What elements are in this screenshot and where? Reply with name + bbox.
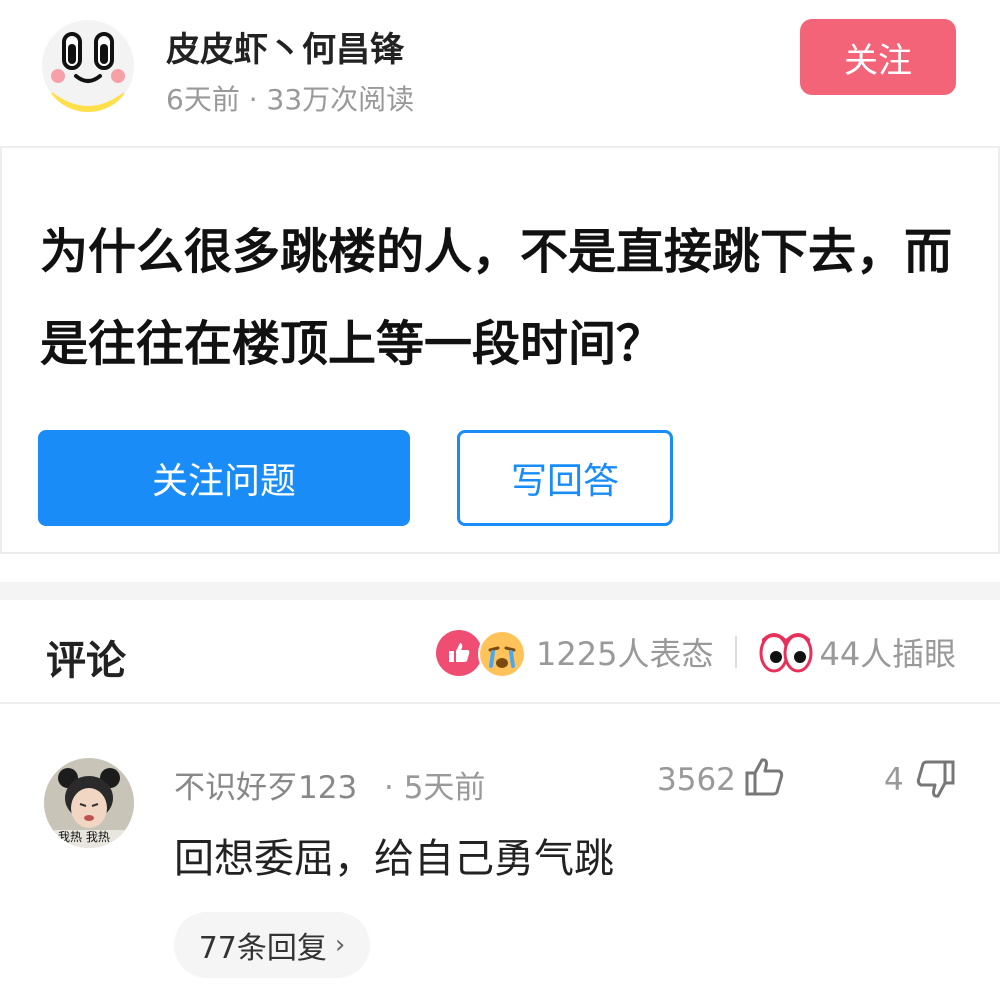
question-card[interactable]: 为什么很多跳楼的人，不是直接跳下去，而是往往在楼顶上等一段时间？ 关注问题 写回…: [0, 146, 1000, 554]
like-count: 3562: [657, 762, 736, 798]
chevron-right-icon: ›: [334, 930, 346, 960]
author-header: 皮皮虾丶何昌锋 6天前 · 33万次阅读 关注: [0, 0, 1000, 138]
section-divider: [0, 582, 1000, 600]
cartoon-face-icon: [42, 20, 134, 112]
comment-text: 回想委屈，给自己勇气跳: [174, 836, 614, 882]
reactions-summary[interactable]: 1225人表态 44人插眼: [436, 624, 956, 680]
follow-question-button[interactable]: 关注问题: [38, 430, 410, 526]
comment-time: · 5天前: [384, 770, 486, 806]
reactions-count: 1225人表态: [536, 635, 714, 673]
crying-face-icon: [478, 630, 526, 678]
post-meta: 6天前 · 33万次阅读: [166, 83, 415, 116]
dislike-count: 4: [884, 762, 904, 798]
question-title[interactable]: 为什么很多跳楼的人，不是直接跳下去，而是往往在楼顶上等一段时间？: [40, 206, 970, 390]
reaction-icons: [436, 624, 532, 680]
comments-header: 评论 1225人表态 44人插眼: [0, 600, 1000, 704]
comments-title: 评论: [46, 638, 126, 684]
thumbs-down-outline-icon[interactable]: [914, 758, 956, 800]
write-answer-button[interactable]: 写回答: [457, 430, 673, 526]
comment-item: 我热 我热 不识好歹123 · 5天前 3562 4 回想委屈，给自己勇气跳 7…: [0, 706, 1000, 1000]
avatar-caption: 我热 我热: [58, 830, 110, 844]
author-name[interactable]: 皮皮虾丶何昌锋: [166, 22, 404, 71]
eyes-icon: [759, 629, 813, 675]
commenter-name[interactable]: 不识好歹123: [174, 762, 357, 807]
commenter-avatar[interactable]: 我热 我热: [44, 758, 134, 848]
divider: [735, 636, 738, 668]
thumbs-up-icon: [436, 630, 482, 676]
view-replies-button[interactable]: 77条回复 ›: [174, 912, 370, 978]
eyes-count: 44人插眼: [819, 635, 957, 673]
follow-button[interactable]: 关注: [800, 19, 956, 95]
page: 皮皮虾丶何昌锋 6天前 · 33万次阅读 关注 为什么很多跳楼的人，不是直接跳下…: [0, 0, 1000, 1000]
thumbs-up-outline-icon[interactable]: [744, 756, 786, 798]
replies-label: 77条回复: [198, 931, 327, 966]
author-avatar[interactable]: [42, 20, 134, 112]
